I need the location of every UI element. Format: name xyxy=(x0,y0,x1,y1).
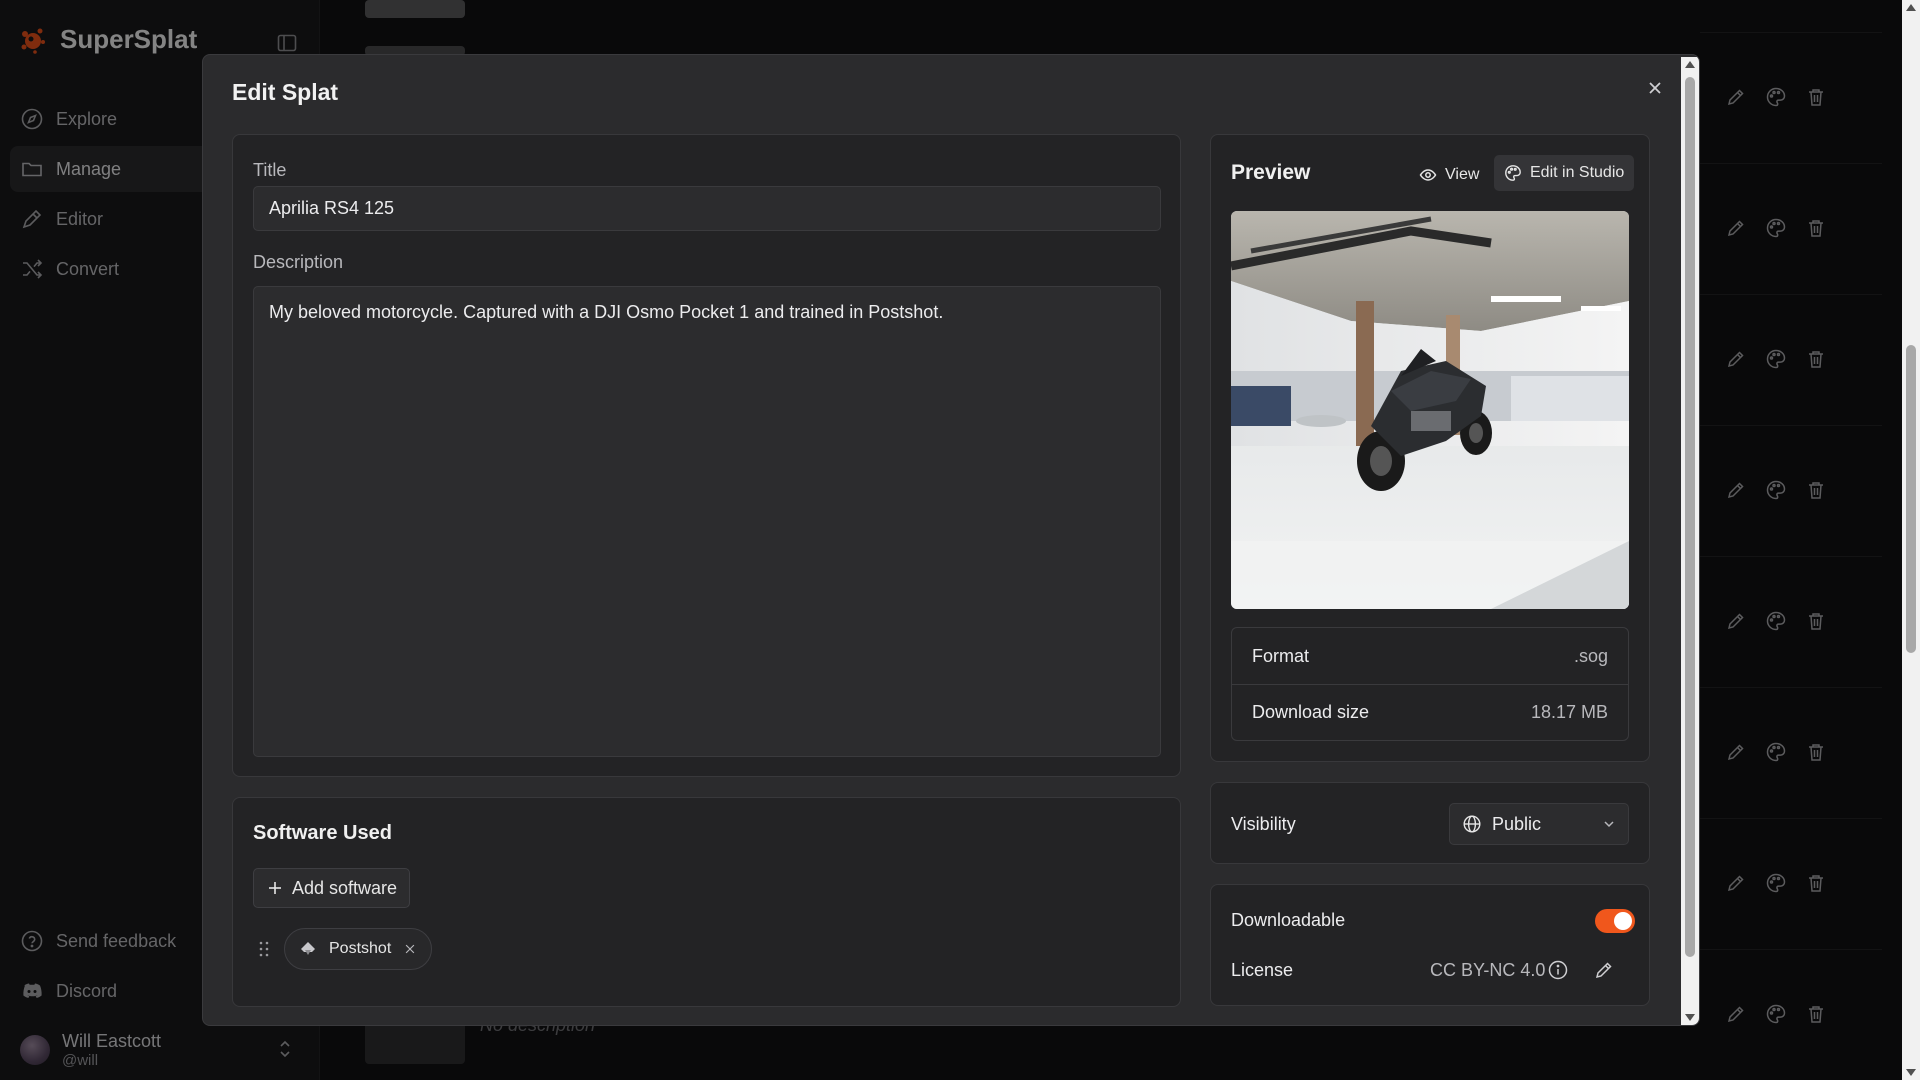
splat-preview-image[interactable] xyxy=(1231,211,1629,609)
format-value: .sog xyxy=(1573,645,1608,666)
visibility-value: Public xyxy=(1492,813,1542,834)
software-card: Software Used Add software Postshot xyxy=(232,797,1181,1007)
license-value: CC BY-NC 4.0 xyxy=(1430,960,1546,980)
downloadable-label: Downloadable xyxy=(1231,910,1346,930)
download-settings-card: Downloadable License CC BY-NC 4.0 xyxy=(1210,884,1650,1006)
toggle-knob xyxy=(1614,912,1632,930)
page-scrollbar[interactable] xyxy=(1902,0,1920,1080)
eye-icon xyxy=(1419,169,1437,181)
preview-card: Preview View Edit in Studio Format .sog … xyxy=(1210,134,1650,762)
description-textarea[interactable]: My beloved motorcycle. Captured with a D… xyxy=(253,286,1161,757)
globe-icon xyxy=(1463,815,1481,833)
chevron-down-icon xyxy=(1604,821,1614,828)
postshot-logo-icon xyxy=(301,942,315,955)
close-icon[interactable] xyxy=(1642,75,1668,101)
plus-icon xyxy=(269,882,281,894)
edit-in-studio-button[interactable]: Edit in Studio xyxy=(1494,155,1635,191)
download-size-value: 18.17 MB xyxy=(1530,702,1608,722)
palette-icon xyxy=(1505,165,1521,181)
format-row: Format .sog xyxy=(1232,628,1628,684)
add-software-label: Add software xyxy=(292,877,398,898)
details-card: Title Aprilia RS4 125 Description My bel… xyxy=(232,134,1181,777)
motorcycle-garage-image xyxy=(1231,211,1629,609)
dialog-title: Edit Splat xyxy=(232,79,339,105)
remove-icon[interactable] xyxy=(403,942,417,956)
scroll-up-arrow[interactable] xyxy=(1685,61,1695,68)
title-label: Title xyxy=(253,160,287,180)
scroll-down-arrow[interactable] xyxy=(1906,1069,1916,1076)
software-name: Postshot xyxy=(329,940,392,957)
visibility-select[interactable]: Public xyxy=(1449,803,1629,845)
info-icon[interactable] xyxy=(1547,959,1569,981)
download-size-row: Download size 18.17 MB xyxy=(1232,684,1628,740)
scrollbar-thumb[interactable] xyxy=(1685,77,1695,957)
software-chip-postshot: Postshot xyxy=(284,928,433,970)
visibility-card: Visibility Public xyxy=(1210,782,1650,864)
format-label: Format xyxy=(1252,645,1310,666)
license-label: License xyxy=(1231,960,1294,980)
preview-heading: Preview xyxy=(1231,161,1311,184)
download-size-label: Download size xyxy=(1252,702,1370,722)
dialog-scrollbar[interactable] xyxy=(1681,57,1699,1025)
add-software-button[interactable]: Add software xyxy=(253,868,411,908)
software-heading: Software Used xyxy=(253,822,392,844)
view-button[interactable]: View xyxy=(1411,157,1487,193)
description-label: Description xyxy=(253,252,344,272)
drag-handle-icon[interactable] xyxy=(257,940,271,958)
title-input[interactable]: Aprilia RS4 125 xyxy=(253,186,1161,231)
scroll-up-arrow[interactable] xyxy=(1906,4,1916,11)
view-label: View xyxy=(1445,166,1480,183)
edit-license-icon[interactable] xyxy=(1593,959,1615,981)
file-info-table: Format .sog Download size 18.17 MB xyxy=(1231,627,1629,741)
downloadable-toggle[interactable] xyxy=(1595,909,1635,933)
studio-label: Edit in Studio xyxy=(1530,164,1625,181)
visibility-label: Visibility xyxy=(1231,814,1296,834)
edit-splat-dialog: Edit Splat Title Aprilia RS4 125 Descrip… xyxy=(202,54,1700,1026)
scroll-down-arrow[interactable] xyxy=(1685,1014,1695,1021)
scrollbar-thumb[interactable] xyxy=(1906,345,1916,653)
